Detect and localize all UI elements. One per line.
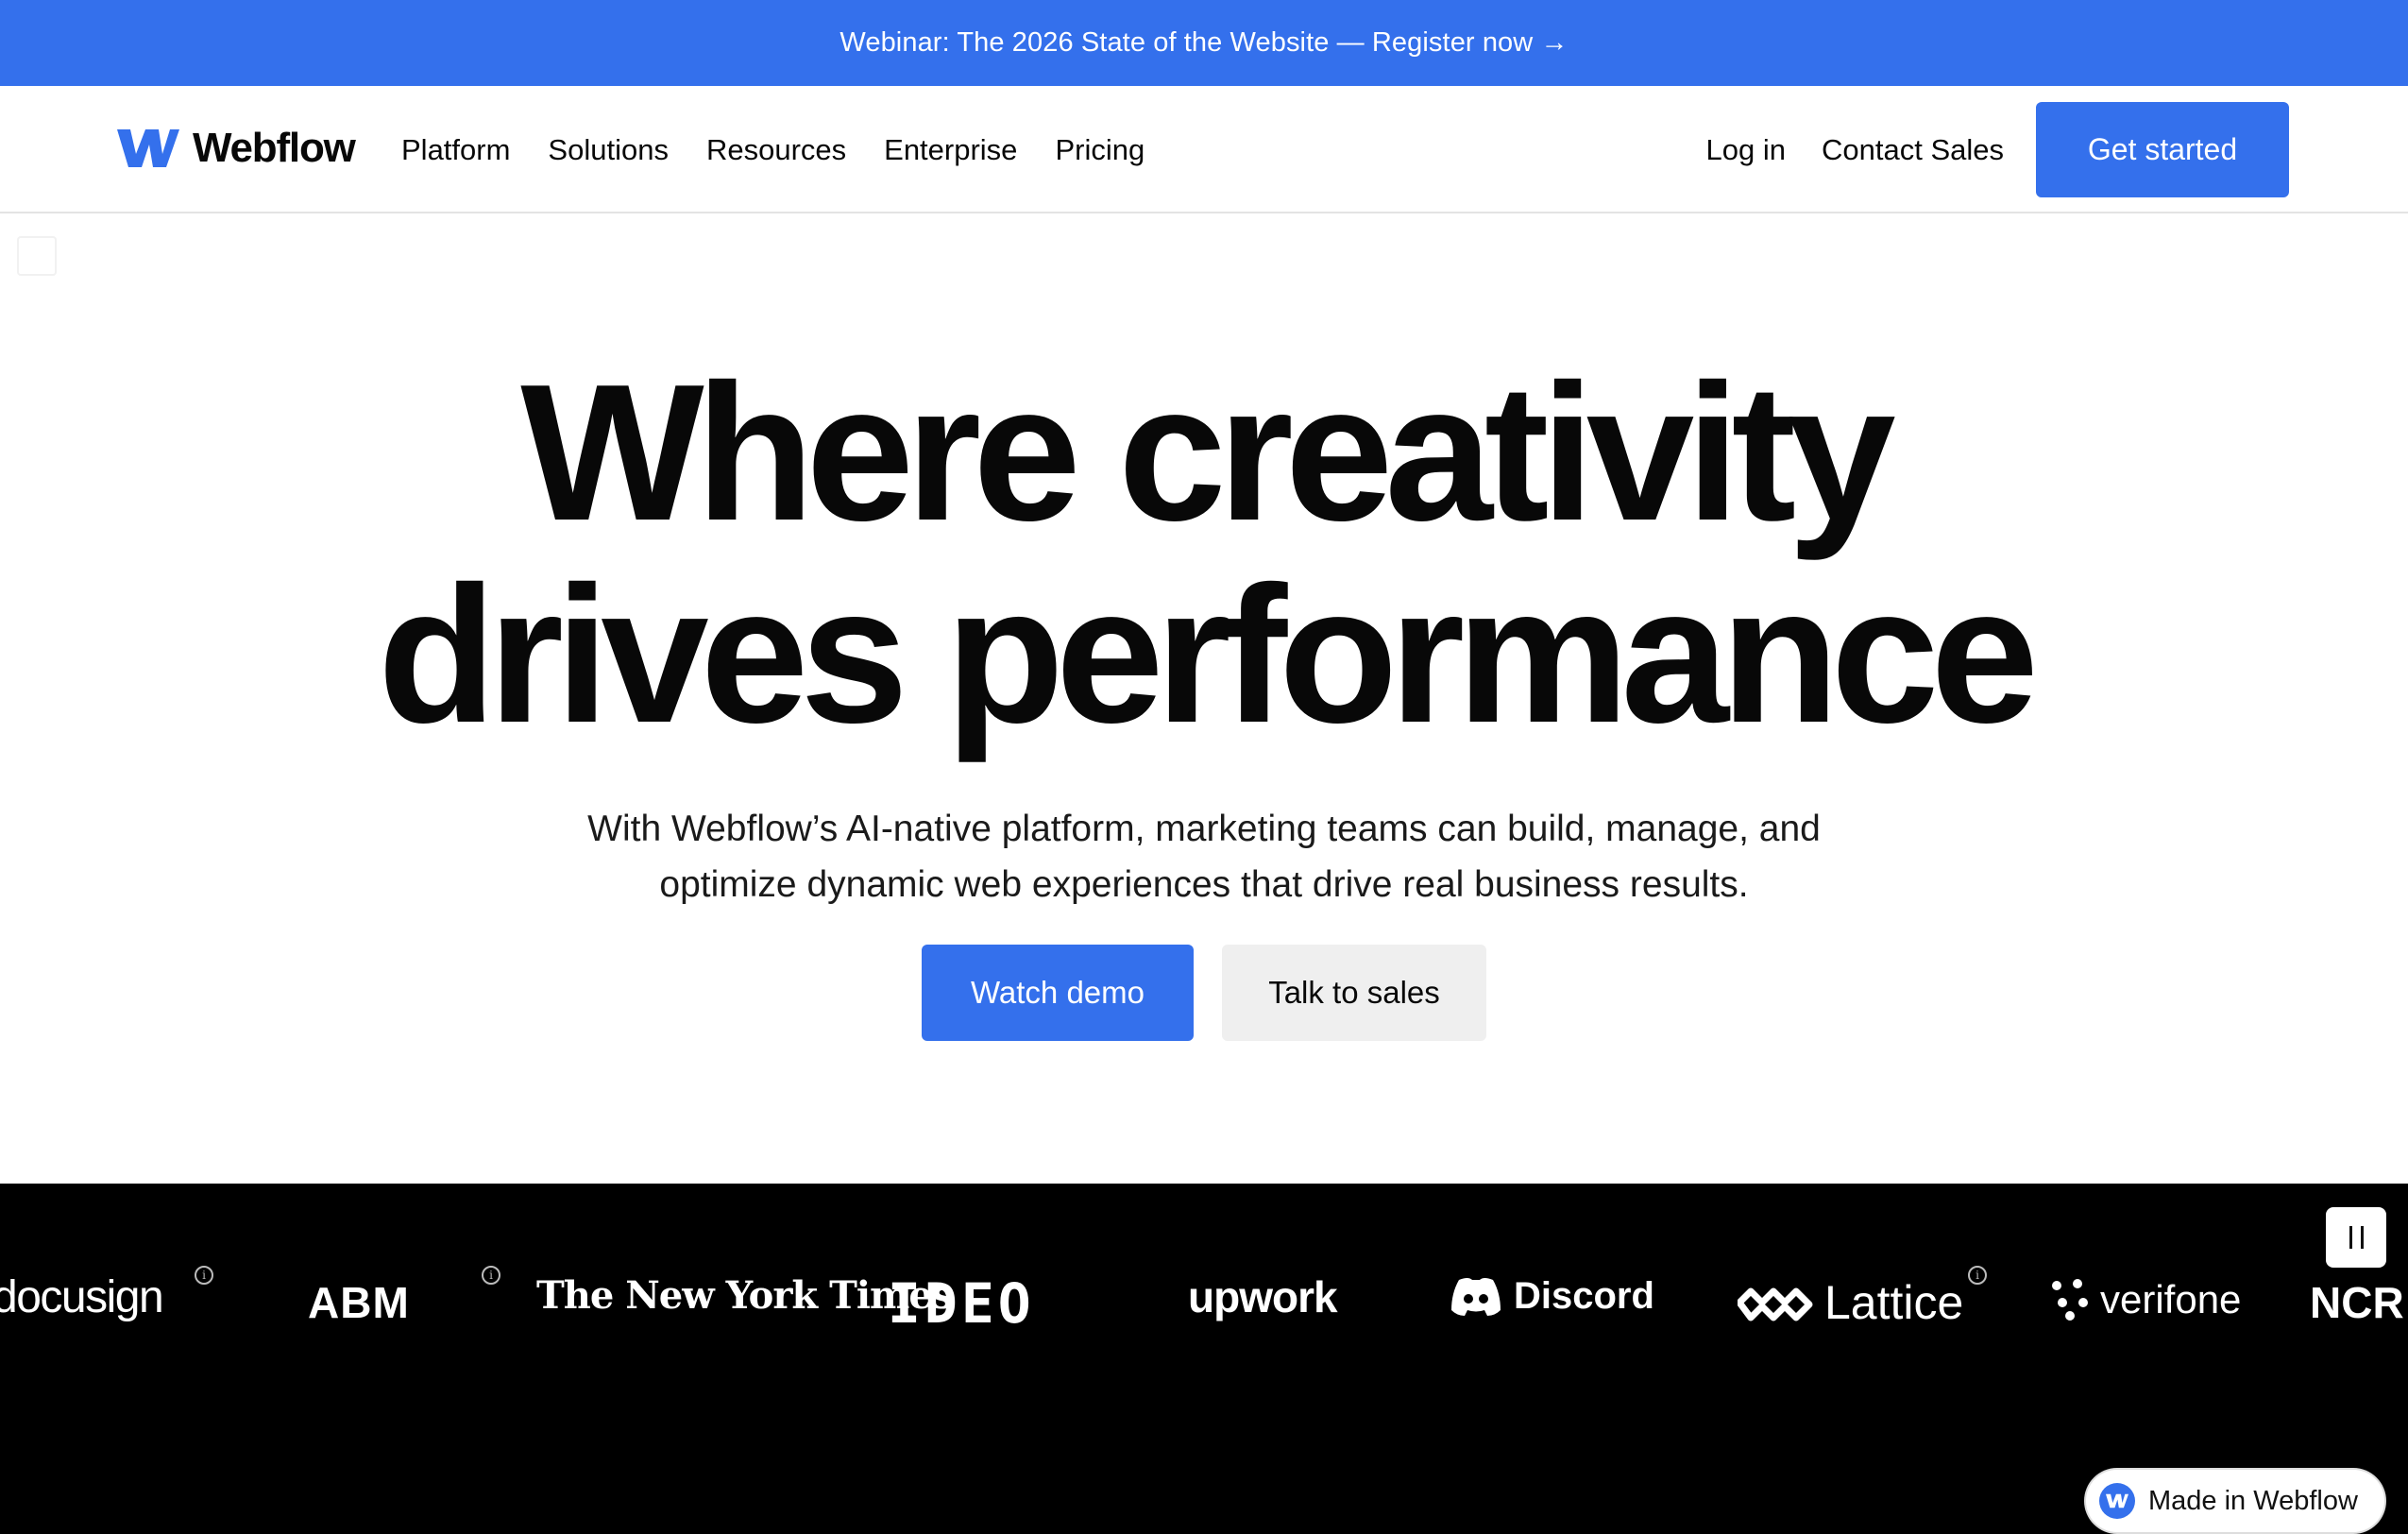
talk-to-sales-button[interactable]: Talk to sales (1222, 945, 1486, 1041)
placeholder-square (17, 236, 57, 276)
logo-upwork: upwork (1188, 1271, 1338, 1322)
logo-ncr: NCR (2310, 1277, 2404, 1328)
nav-pricing[interactable]: Pricing (1055, 133, 1145, 167)
logo-ideo-text: IDEO (888, 1271, 1035, 1336)
nav-actions: Log in Contact Sales Get started (1706, 86, 2289, 213)
announcement-banner: Webinar: The 2026 State of the Website —… (0, 0, 2408, 86)
webflow-logo[interactable]: Webflow (117, 122, 356, 175)
top-navigation: Webflow Platform Solutions Resources Ent… (0, 86, 2408, 213)
contact-sales-link[interactable]: Contact Sales (1822, 133, 2004, 167)
logo-lattice-text: Lattice (1824, 1276, 1964, 1329)
hero-title-line-1: Where creativity (520, 344, 1895, 561)
logo-upwork-text: upwork (1188, 1272, 1338, 1321)
get-started-button[interactable]: Get started (2036, 102, 2289, 197)
watch-demo-button[interactable]: Watch demo (922, 945, 1194, 1041)
info-icon[interactable]: i (195, 1266, 213, 1285)
webflow-badge-icon (2099, 1483, 2135, 1519)
nav-platform[interactable]: Platform (401, 133, 510, 167)
logo-abm-text: ABM (308, 1278, 410, 1327)
nav-resources[interactable]: Resources (706, 133, 846, 167)
logo-verifone: verifone (2049, 1277, 2241, 1322)
webflow-mark-icon (117, 129, 179, 167)
hero-subtitle-line-1: With Webflow’s AI-native platform, marke… (587, 809, 1821, 849)
logo-discord-text: Discord (1514, 1275, 1654, 1317)
hero-title-line-2: drives performance (377, 546, 2039, 763)
logo-verifone-text: verifone (2100, 1277, 2242, 1321)
made-in-webflow-badge[interactable]: Made in Webflow (2086, 1470, 2384, 1532)
login-link[interactable]: Log in (1706, 133, 1786, 167)
lattice-icon (1738, 1287, 1813, 1321)
customer-logo-strip (0, 1184, 2408, 1534)
pause-bar-icon (2349, 1226, 2352, 1249)
info-icon[interactable]: i (1968, 1266, 1987, 1285)
pause-carousel-button[interactable] (2326, 1207, 2386, 1268)
made-in-webflow-label: Made in Webflow (2148, 1485, 2358, 1516)
discord-icon (1451, 1277, 1501, 1316)
logo-ncr-text: NCR (2310, 1278, 2404, 1327)
logo-abm: ABM (308, 1277, 410, 1328)
logo-discord: Discord (1450, 1275, 1654, 1318)
hero-subtitle-line-2: optimize dynamic web experiences that dr… (659, 864, 1749, 905)
nav-enterprise[interactable]: Enterprise (884, 133, 1017, 167)
hero-buttons: Watch demo Talk to sales (922, 945, 1486, 1041)
info-icon[interactable]: i (482, 1266, 500, 1285)
hero-subtitle: With Webflow’s AI-native platform, marke… (496, 801, 1912, 912)
hero-title: Where creativity drives performance (0, 351, 2408, 756)
logo-ideo: IDEO (888, 1271, 1035, 1336)
logo-wordmark: Webflow (193, 125, 356, 171)
logo-docusign: docusign (0, 1271, 164, 1323)
verifone-dots-icon (2052, 1279, 2088, 1321)
webinar-register-link[interactable]: Webinar: The 2026 State of the Website —… (839, 27, 1568, 59)
logo-lattice: Lattice (1738, 1275, 1963, 1330)
nav-solutions[interactable]: Solutions (548, 133, 669, 167)
main-nav-links: Platform Solutions Resources Enterprise … (401, 86, 1145, 213)
pause-bar-icon (2360, 1226, 2364, 1249)
logo-docusign-text: docusign (0, 1272, 164, 1322)
